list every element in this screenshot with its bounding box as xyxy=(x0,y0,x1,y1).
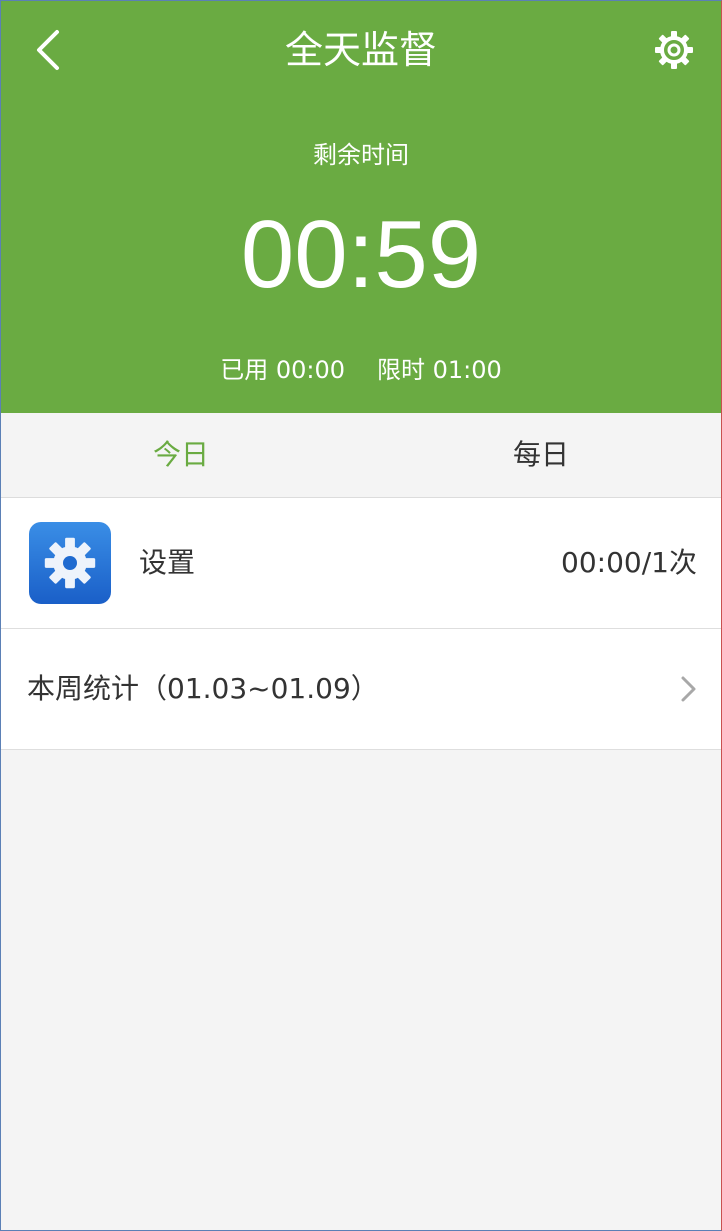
usage-summary: 已用 00:00 限时 01:00 xyxy=(1,350,721,385)
chevron-right-icon xyxy=(681,676,696,702)
gear-icon xyxy=(655,31,693,69)
app-usage-row[interactable]: 设置 00:00/1次 xyxy=(1,498,721,629)
limit-time: 限时 01:00 xyxy=(377,356,502,384)
app-screen: 全天监督 剩余时间 00:59 已用 00:00 限时 01:00 今日 每日 … xyxy=(0,0,722,1231)
back-arrow-icon xyxy=(37,30,59,70)
app-usage-value: 00:00/1次 xyxy=(561,546,697,579)
used-time: 已用 00:00 xyxy=(220,356,345,384)
page-title: 全天监督 xyxy=(284,28,437,72)
settings-app-icon xyxy=(29,522,111,604)
settings-gear-icon xyxy=(44,537,96,589)
weekly-stats-row[interactable]: 本周统计（01.03~01.09） xyxy=(1,629,721,750)
header: 全天监督 剩余时间 00:59 已用 00:00 限时 01:00 xyxy=(1,1,721,413)
weekly-stats-label: 本周统计（01.03~01.09） xyxy=(27,672,379,705)
settings-button[interactable] xyxy=(647,23,701,77)
remaining-time-value: 00:59 xyxy=(240,201,482,308)
back-button[interactable] xyxy=(25,23,69,77)
tab-today[interactable]: 今日 xyxy=(1,413,361,497)
tab-daily[interactable]: 每日 xyxy=(361,413,721,497)
tab-bar: 今日 每日 xyxy=(1,413,721,498)
app-name: 设置 xyxy=(139,546,196,579)
remaining-time-label: 剩余时间 xyxy=(313,141,409,169)
